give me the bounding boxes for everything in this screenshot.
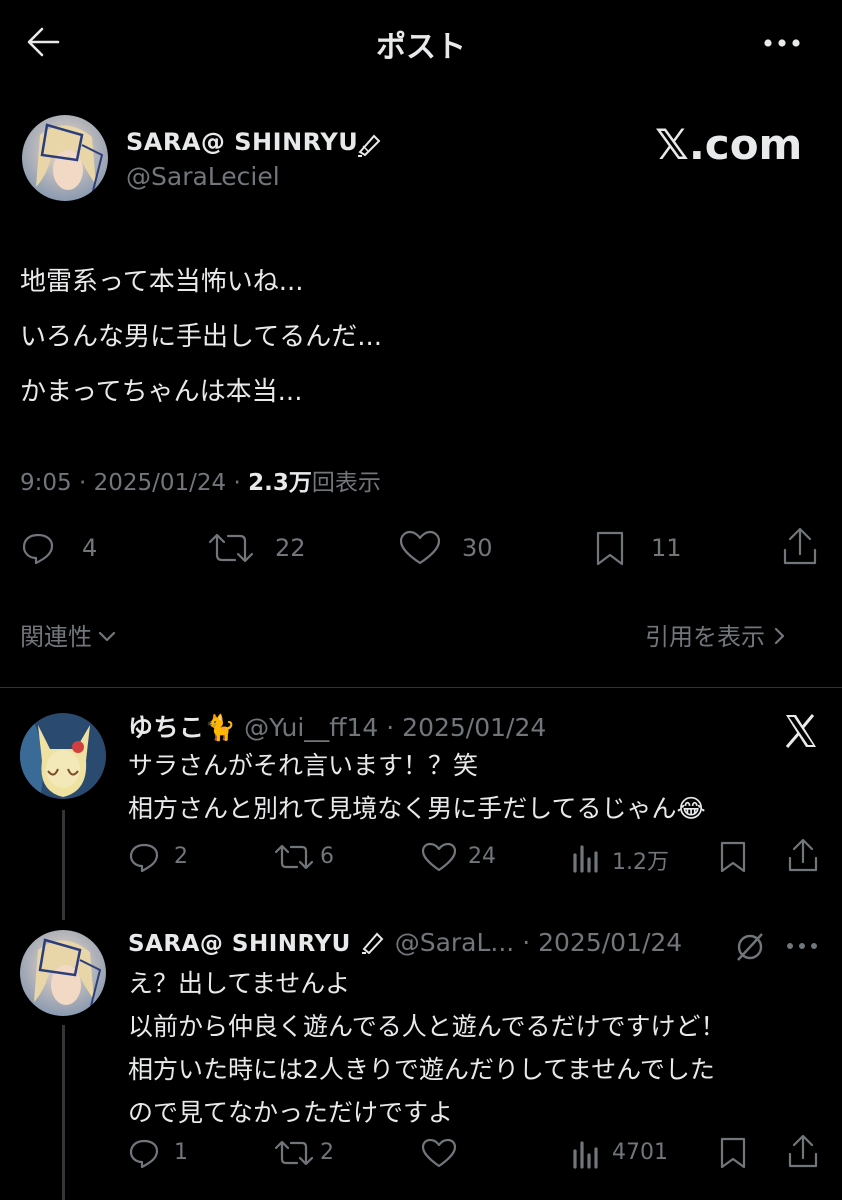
bar-chart-icon [573,1141,598,1169]
repost-icon [208,533,254,563]
post-text-line: いろんな男に手出してるんだ... [20,322,383,352]
share-button[interactable] [780,526,820,568]
repost-icon [274,844,314,870]
reply-icon [129,1139,159,1169]
share-icon [788,1134,818,1168]
thread-connector-line [62,1025,65,1200]
reply-more-button[interactable] [784,936,820,956]
reply-view-count: 4701 [612,1140,668,1165]
reply-bookmark-button[interactable] [718,840,748,874]
chevron-down-icon [98,631,116,642]
reply-reply-count: 2 [174,844,188,869]
reply-meta[interactable]: @Yui__ff14 · 2025/01/24 [244,713,546,742]
more-button[interactable] [758,28,806,58]
pen-icon [361,932,384,955]
repost-button[interactable]: 22 [205,528,315,568]
pen-icon [354,130,384,158]
repost-icon [274,1140,314,1166]
heart-icon [421,842,457,872]
like-button[interactable]: 30 [398,528,508,568]
reply-header: SARA@ SHINRYU @SaraL... · 2025/01/24 [128,928,682,957]
like-count: 30 [462,534,493,562]
author-avatar[interactable] [22,115,108,201]
bookmark-icon [596,531,624,566]
reply-author-name[interactable]: ゆちこ🐈 [128,713,236,742]
reply-repost-button[interactable]: 6 [272,840,352,874]
view-label: 回表示 [311,470,381,496]
reply-count: 4 [82,534,98,562]
post-text-line: かまってちゃんは本当... [20,377,303,407]
view-count: 2.3万 [248,470,312,496]
reply-reply-button[interactable]: 2 [128,840,198,874]
hidden-icon[interactable] [733,930,767,964]
sort-relevance-button[interactable]: 関連性 [20,617,117,653]
reply-bookmark-button[interactable] [718,1136,748,1170]
avatar-image [22,115,108,201]
reply-repost-count: 6 [320,844,334,869]
author-handle[interactable]: @SaraLeciel [126,162,280,191]
reply-repost-button[interactable]: 2 [272,1136,352,1170]
bar-chart-icon [573,845,598,873]
page-title: ポスト [376,30,466,65]
reply-icon [22,533,54,565]
more-horizontal-icon [764,39,800,47]
reply-text: え？出してませんよ 以前から仲良く遊んでる人と遊んでるだけですけど！ 相方いた時… [128,962,828,1134]
bookmark-icon [720,1137,746,1169]
reply-like-button[interactable] [420,1136,510,1170]
more-horizontal-icon [787,943,817,949]
thread-connector-line [62,810,65,920]
reply-repost-count: 2 [320,1140,334,1165]
reply-avatar[interactable] [20,713,106,799]
bookmark-icon [720,841,746,873]
reply-text-line: ので見てなかっただけですよ [128,1098,454,1127]
reply-reply-count: 1 [174,1140,188,1165]
bookmark-button[interactable]: 11 [593,528,693,568]
reply-reply-button[interactable]: 1 [128,1136,198,1170]
sort-relevance-label: 関連性 [20,623,92,651]
post-text: 地雷系って本当怖いね... いろんな男に手出してるんだ... かまってちゃんは本… [20,255,800,420]
reply-views-button[interactable]: 1.2万 [570,840,690,875]
xcom-watermark: 𝕏.com [655,120,803,169]
author-name[interactable]: SARA@ SHINRYU [126,128,358,156]
reply-like-button[interactable]: 24 [420,840,510,874]
heart-icon [421,1138,457,1168]
chevron-right-icon [774,627,785,645]
share-icon [788,838,818,872]
reply-like-count: 24 [468,844,496,869]
reply-avatar[interactable] [20,930,106,1016]
reply-views-button[interactable]: 4701 [570,1136,690,1170]
reply-view-count: 1.2万 [612,850,669,875]
avatar-image [20,713,106,799]
reply-text-line: 相方いた時には2人きりで遊んだりしてませんでした [128,1055,715,1084]
reply-icon [129,843,159,873]
reply-text-line: サラさんがそれ言います！？笑 [128,751,479,780]
view-quotes-link[interactable]: 引用を表示 [645,617,788,653]
reply-text-line: 以前から仲良く遊んでる人と遊んでるだけですけど！ [128,1012,726,1041]
reply-text-line: え？出してませんよ [128,969,351,998]
post-timestamp-row: 9:05 · 2025/01/24 · 2.3万回表示 [20,463,381,497]
reply-share-button[interactable] [786,1134,820,1170]
reply-text-line: 相方さんと別れて見境なく男に手だしてるじゃん😂 [128,794,706,823]
divider [0,687,842,688]
reply-button[interactable]: 4 [20,528,110,568]
post-text-line: 地雷系って本当怖いね... [20,267,304,297]
reply-share-button[interactable] [786,838,820,874]
reply-meta[interactable]: @SaraL... · 2025/01/24 [395,928,683,957]
reply-author-name[interactable]: SARA@ SHINRYU [128,931,351,957]
post-timestamp[interactable]: 9:05 · 2025/01/24 · [20,470,248,496]
reply-text: サラさんがそれ言います！？笑 相方さんと別れて見境なく男に手だしてるじゃん😂 [128,744,828,830]
view-quotes-label: 引用を表示 [645,623,765,651]
heart-icon [399,530,441,565]
share-icon [783,527,817,565]
avatar-image [20,930,106,1016]
bookmark-count: 11 [651,534,682,562]
reply-header: ゆちこ🐈 @Yui__ff14 · 2025/01/24 [128,708,546,744]
repost-count: 22 [275,534,306,562]
